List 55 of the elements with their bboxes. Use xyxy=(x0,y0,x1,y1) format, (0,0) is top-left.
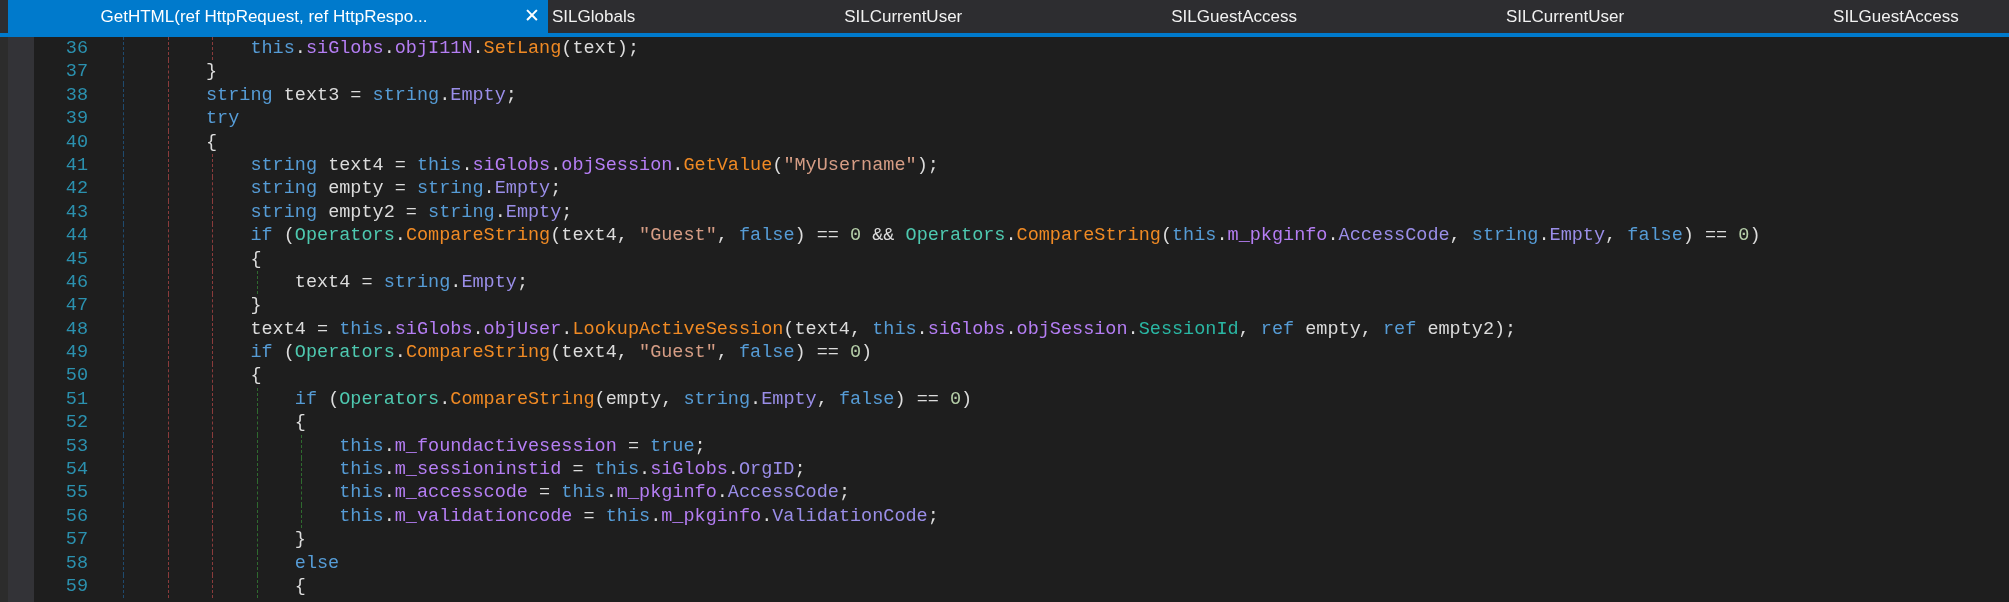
code-line: string empty2 = string.Empty; xyxy=(249,201,573,223)
line-number: 49 xyxy=(65,342,88,364)
code-line: if (Operators.CompareString(text4, "Guest", false) == 0 && Operators.CompareString(this.m_pkginfo.AccessCode, string.Empty, false) == 0) xyxy=(249,225,1761,247)
line-number: 36 xyxy=(65,38,88,59)
code-line: try xyxy=(206,108,240,130)
tab[interactable]: SILCurrentUser xyxy=(840,0,1168,33)
line-number: 45 xyxy=(65,248,88,270)
line-number: 37 xyxy=(65,61,88,83)
line-number: 41 xyxy=(65,154,88,176)
code-line: } xyxy=(249,295,262,317)
line-number: 56 xyxy=(65,505,88,527)
code-line: string text4 = this.siGlobs.objSession.GetValue("MyUsername"); xyxy=(249,154,939,176)
code-line: { xyxy=(249,248,262,270)
line-number: 55 xyxy=(65,482,88,504)
line-number: 58 xyxy=(65,552,88,574)
code-line: else xyxy=(293,552,340,574)
line-number: 57 xyxy=(65,529,88,551)
tab[interactable]: GetHTML(ref HttpRequest, ref HttpRespo... ✕ xyxy=(8,0,548,33)
code-line: { xyxy=(293,576,306,597)
line-number: 43 xyxy=(65,201,88,223)
line-number: 52 xyxy=(65,412,88,434)
code-line: { xyxy=(206,131,218,153)
line-number: 42 xyxy=(65,178,88,200)
line-number: 48 xyxy=(65,318,88,340)
code-line: this.siGlobs.objI11N.SetLang(text); xyxy=(249,38,640,59)
line-number: 47 xyxy=(65,295,88,317)
tab[interactable]: SILGuestAccess xyxy=(1167,0,1502,33)
code-line: this.m_validationcode = this.m_pkginfo.ValidationCode; xyxy=(338,505,939,527)
tab[interactable]: SILCurrentUser xyxy=(1501,0,1830,33)
line-number: 53 xyxy=(65,435,88,457)
line-number: 46 xyxy=(65,271,88,293)
code-line: this.m_accesscode = this.m_pkginfo.AccessCode; xyxy=(338,482,850,504)
tab[interactable]: SILGuestAccess xyxy=(1829,0,2009,33)
line-number: 59 xyxy=(65,576,88,597)
code-line: string text3 = string.Empty; xyxy=(206,84,517,106)
close-button[interactable]: ✕ xyxy=(524,4,540,28)
code-line: string empty = string.Empty; xyxy=(249,178,562,200)
line-number: 50 xyxy=(65,365,88,387)
code-line: text4 = string.Empty; xyxy=(293,271,528,293)
code-line: text4 = this.siGlobs.objUser.LookupActiveSession(text4, this.siGlobs.objSession.SessionId, ref empty, ref empty2); xyxy=(249,318,1517,340)
line-number: 51 xyxy=(65,388,88,410)
line-number: 38 xyxy=(65,84,88,106)
code-line: } xyxy=(206,61,218,83)
code-line: } xyxy=(293,529,306,551)
code-line: if (Operators.CompareString(empty, string.Empty, false) == 0) xyxy=(293,388,973,410)
line-number: 39 xyxy=(65,108,88,130)
code-line: this.m_sessioninstid = this.siGlobs.OrgID; xyxy=(338,459,806,481)
code-line: if (Operators.CompareString(text4, "Guest", false) == 0) xyxy=(249,342,873,364)
code-line: { xyxy=(249,365,262,387)
line-number: 54 xyxy=(65,459,88,481)
line-number: 40 xyxy=(65,131,88,153)
code-line: { xyxy=(293,412,306,434)
line-number: 44 xyxy=(65,225,88,247)
code-line: this.m_foundactivesession = true; xyxy=(338,435,706,457)
tab[interactable]: SILGlobals xyxy=(548,0,841,33)
